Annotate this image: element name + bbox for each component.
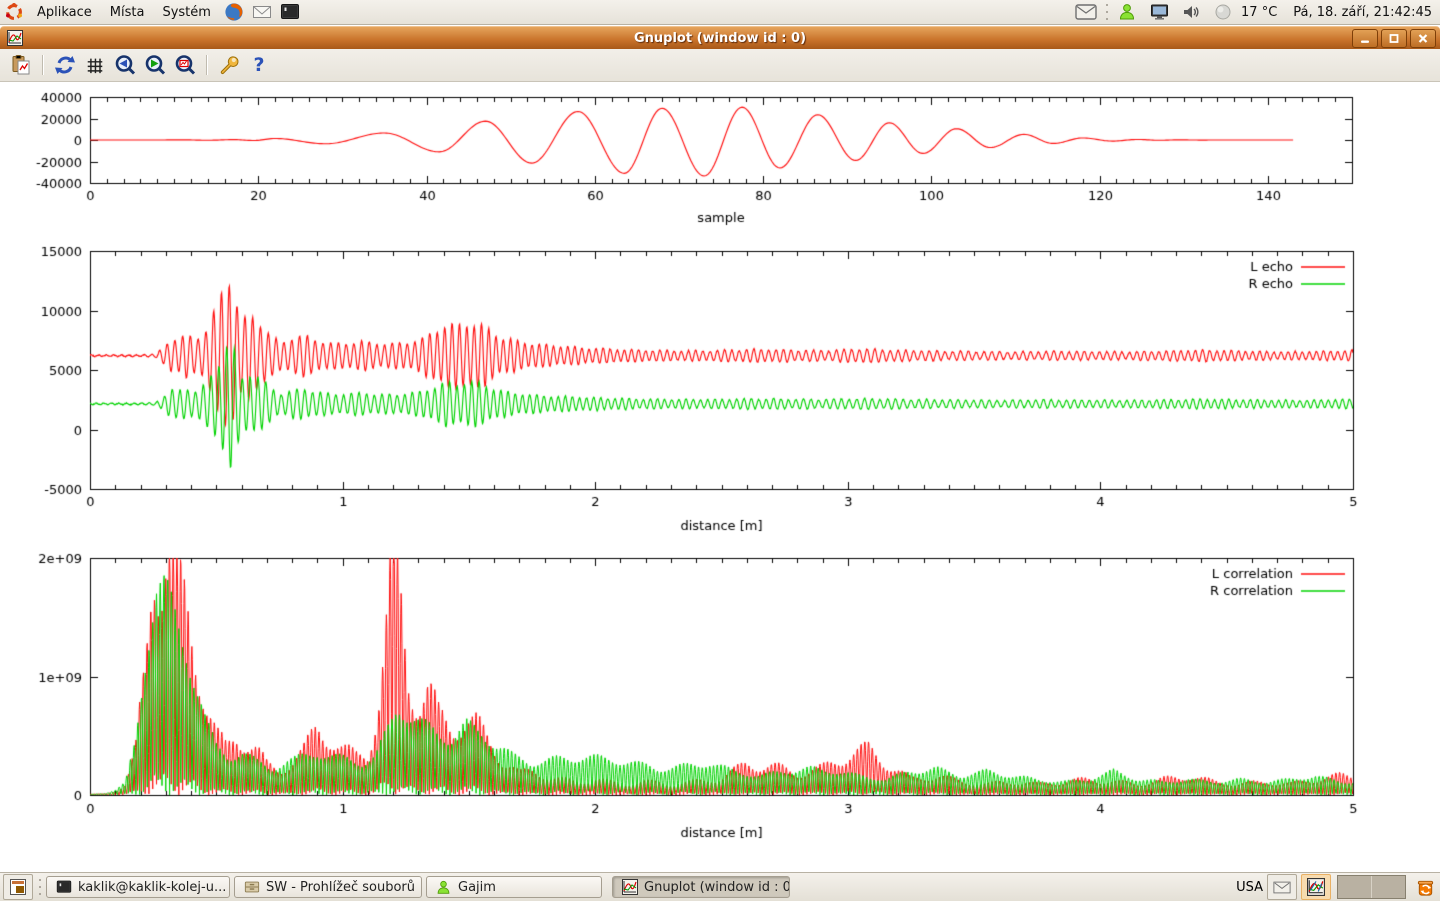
tray-handle[interactable] bbox=[1104, 3, 1109, 21]
task-label: Gajim bbox=[458, 880, 496, 895]
unzoom-icon[interactable] bbox=[172, 52, 198, 78]
task-label: SW - Prohlížeč souborů bbox=[266, 880, 415, 895]
gajim-tray-icon[interactable] bbox=[1116, 1, 1138, 23]
minimize-button[interactable] bbox=[1352, 29, 1378, 48]
gnuplot-window-icon[interactable] bbox=[4, 27, 26, 49]
copy-icon[interactable] bbox=[8, 52, 34, 78]
toolbar: ? bbox=[0, 49, 1440, 82]
zoom-previous-icon[interactable] bbox=[112, 52, 138, 78]
maximize-button[interactable] bbox=[1381, 29, 1407, 48]
trash-icon[interactable] bbox=[1410, 875, 1440, 899]
clock-label[interactable]: Pá, 18. září, 21:42:45 bbox=[1293, 5, 1432, 20]
mail-tray-button[interactable] bbox=[1267, 874, 1297, 900]
task-gajim[interactable]: Gajim bbox=[426, 876, 602, 898]
gnuplot-windowlist-button[interactable] bbox=[1301, 874, 1331, 900]
terminal-icon[interactable] bbox=[279, 1, 301, 23]
menu-aplikace[interactable]: Aplikace bbox=[28, 0, 101, 24]
volume-icon[interactable] bbox=[1180, 1, 1202, 23]
remote-desktop-icon[interactable] bbox=[1148, 1, 1170, 23]
gnuplot-plot-canvas[interactable] bbox=[2, 82, 1438, 870]
gnuplot-window: Gnuplot (window id : 0) bbox=[0, 26, 1440, 870]
task-label: Gnuplot (window id : 0) bbox=[644, 880, 790, 895]
tray-mail-icon[interactable] bbox=[1075, 1, 1097, 23]
keyboard-layout[interactable]: USA bbox=[1236, 880, 1263, 895]
show-desktop-button[interactable] bbox=[3, 874, 33, 900]
task-file-manager[interactable]: SW - Prohlížeč souborů bbox=[234, 876, 422, 898]
weather-icon[interactable] bbox=[1212, 1, 1234, 23]
firefox-icon[interactable] bbox=[223, 1, 245, 23]
window-title: Gnuplot (window id : 0) bbox=[0, 31, 1440, 46]
top-panel: Aplikace Místa Systém bbox=[0, 0, 1440, 25]
system-tray: 17 °C Pá, 18. září, 21:42:45 bbox=[1072, 1, 1440, 23]
ubuntu-logo-icon[interactable] bbox=[3, 1, 25, 23]
gajim-icon bbox=[435, 879, 452, 896]
close-button[interactable] bbox=[1410, 29, 1436, 48]
file-manager-icon bbox=[243, 879, 260, 896]
task-gnuplot[interactable]: Gnuplot (window id : 0) bbox=[612, 876, 790, 898]
grid-icon[interactable] bbox=[82, 52, 108, 78]
workspace-1[interactable] bbox=[1338, 876, 1371, 898]
zoom-next-icon[interactable] bbox=[142, 52, 168, 78]
mail-icon[interactable] bbox=[251, 1, 273, 23]
menu-mista[interactable]: Místa bbox=[101, 0, 154, 24]
options-icon[interactable] bbox=[216, 52, 242, 78]
task-label: kaklik@kaklik-kolej-u... bbox=[78, 880, 226, 895]
replot-icon[interactable] bbox=[52, 52, 78, 78]
task-terminal[interactable]: kaklik@kaklik-kolej-u... bbox=[46, 876, 230, 898]
workspace-switcher[interactable] bbox=[1337, 875, 1406, 899]
desktop: Aplikace Místa Systém bbox=[0, 0, 1440, 900]
titlebar[interactable]: Gnuplot (window id : 0) bbox=[0, 26, 1440, 50]
terminal-icon bbox=[55, 879, 72, 896]
menu-system[interactable]: Systém bbox=[153, 0, 219, 24]
help-icon[interactable]: ? bbox=[246, 52, 272, 78]
workspace-2[interactable] bbox=[1371, 876, 1405, 898]
taskbar: kaklik@kaklik-kolej-u... SW - Prohlížeč … bbox=[0, 872, 1440, 901]
taskbar-handle[interactable] bbox=[37, 878, 42, 896]
temperature-label: 17 °C bbox=[1241, 5, 1277, 20]
gnuplot-icon bbox=[621, 879, 638, 896]
